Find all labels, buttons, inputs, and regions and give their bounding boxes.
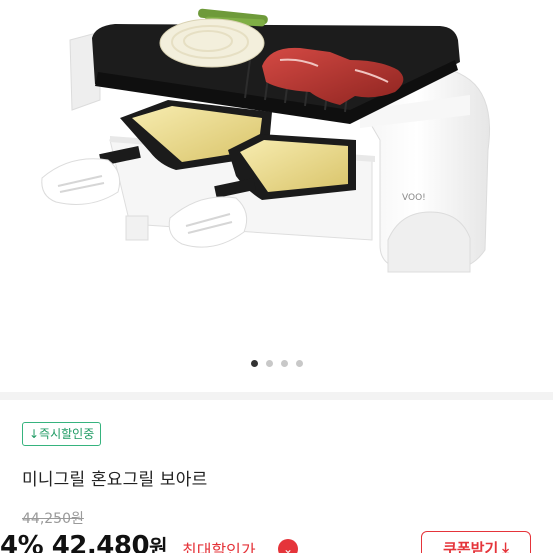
brand-mark: VOO! xyxy=(402,193,426,203)
carousel-dot-3[interactable] xyxy=(280,360,288,367)
carousel-dot-1[interactable] xyxy=(250,360,258,367)
original-price: 44,250원 xyxy=(22,511,84,527)
carousel-dot-2[interactable] xyxy=(265,360,273,367)
download-icon: ⤓ xyxy=(502,539,509,553)
max-discount-label[interactable]: 최대할인가 xyxy=(182,537,256,553)
price-summary: 4% 42,480원 xyxy=(0,531,167,553)
chevron-down-icon[interactable]: ⌄ xyxy=(278,539,298,553)
section-divider xyxy=(0,392,553,400)
coupon-button[interactable]: 쿠폰받기 ⤓ xyxy=(421,531,531,553)
instant-discount-badge-label: ↓즉시할인중 xyxy=(29,427,95,441)
coupon-button-label: 쿠폰받기 xyxy=(443,539,499,553)
price-row: 4% 42,480원 최대할인가 ⌄ 쿠폰받기 ⤓ xyxy=(0,531,553,553)
carousel-indicator xyxy=(0,360,553,367)
product-title: 미니그릴 혼요그릴 보아르 xyxy=(22,470,208,490)
discount-percent: 4% xyxy=(0,531,44,553)
sale-price: 42,480 xyxy=(51,531,150,553)
raclette-grill-illustration: VOO! xyxy=(41,8,491,273)
currency-unit: 원 xyxy=(149,535,167,553)
instant-discount-badge: ↓즉시할인중 xyxy=(22,422,102,446)
product-image[interactable]: VOO! xyxy=(0,0,553,345)
carousel-dot-4[interactable] xyxy=(295,360,303,367)
